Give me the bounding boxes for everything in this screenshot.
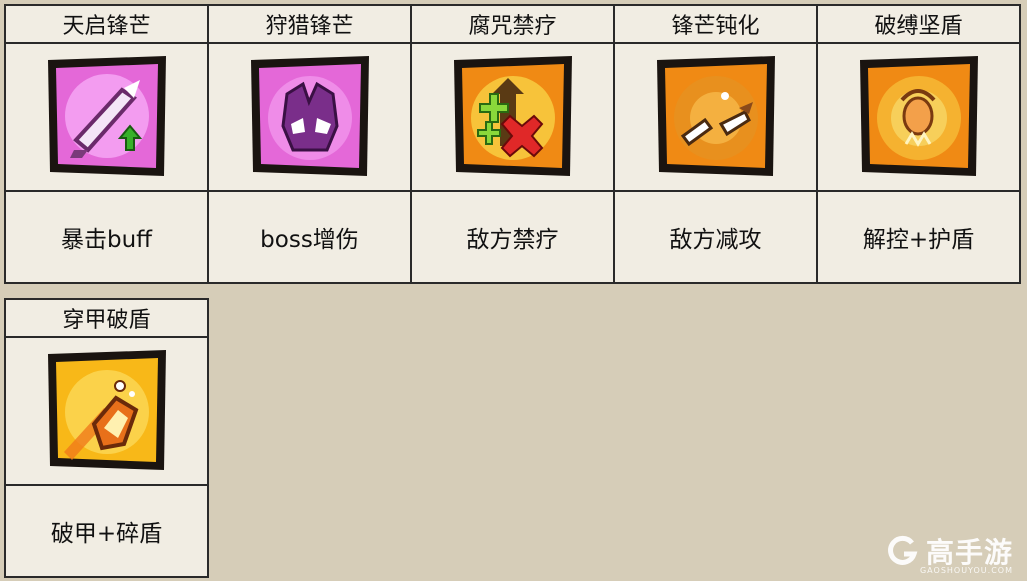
g-logo-icon <box>888 535 918 565</box>
skill-name: 狩猎锋芒 <box>207 4 412 44</box>
break-free-shield-icon <box>859 56 978 176</box>
skill-desc: boss增伤 <box>207 190 412 284</box>
skill-icon-cell <box>207 42 412 192</box>
skill-icon-cell <box>4 336 209 486</box>
broken-blade-icon <box>656 56 775 176</box>
skill-desc: 解控+护盾 <box>816 190 1021 284</box>
skill-icon-cell <box>410 42 615 192</box>
armor-pierce-icon <box>47 350 166 470</box>
watermark-sub: GAOSHOUYOU.COM <box>919 566 1013 575</box>
skill-icon-cell <box>4 42 209 192</box>
watermark: 高手游 GAOSHOUYOU.COM <box>886 531 1013 575</box>
heal-block-icon <box>453 56 572 176</box>
skill-table-row2: 穿甲破盾 破甲+碎盾 <box>4 298 209 578</box>
watermark-text: 高手游 <box>925 536 1013 569</box>
monster-claw-icon <box>250 56 369 176</box>
skill-name: 腐咒禁疗 <box>410 4 615 44</box>
skill-desc: 敌方禁疗 <box>410 190 615 284</box>
sword-crit-icon <box>47 56 166 176</box>
skill-name: 天启锋芒 <box>4 4 209 44</box>
skill-icon-cell <box>613 42 818 192</box>
skill-name: 破缚坚盾 <box>816 4 1021 44</box>
skill-desc: 破甲+碎盾 <box>4 484 209 578</box>
skill-desc: 暴击buff <box>4 190 209 284</box>
skill-table-row1: 天启锋芒 狩猎锋芒 腐咒禁疗 锋芒钝化 破缚坚盾 暴击buff boss增伤 敌… <box>4 4 1021 284</box>
skill-desc: 敌方减攻 <box>613 190 818 284</box>
skill-name: 锋芒钝化 <box>613 4 818 44</box>
skill-icon-cell <box>816 42 1021 192</box>
skill-name: 穿甲破盾 <box>4 298 209 338</box>
